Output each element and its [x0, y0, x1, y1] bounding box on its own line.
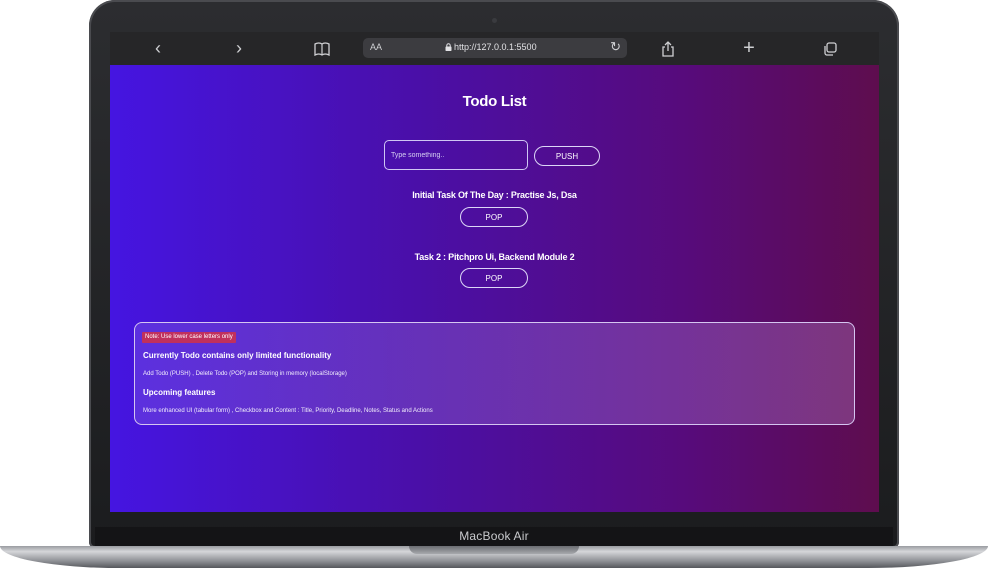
tabs-overview-icon[interactable]	[820, 32, 840, 65]
reader-aa-button[interactable]: AA	[370, 42, 382, 52]
todo-input[interactable]	[384, 140, 528, 170]
laptop-opening-notch	[409, 546, 579, 554]
lock-icon	[445, 43, 452, 51]
note-badge: Note: Use lower case letters only	[142, 332, 236, 343]
url-value: http://127.0.0.1:5500	[454, 42, 537, 52]
info-note-box: Note: Use lower case letters only Curren…	[134, 322, 855, 425]
new-tab-icon[interactable]: +	[739, 32, 759, 65]
push-button[interactable]: PUSH	[534, 146, 600, 166]
device-label: MacBook Air	[459, 529, 529, 543]
task-item-1-text: Initial Task Of The Day : Practise Js, D…	[412, 190, 577, 200]
back-icon[interactable]: ‹	[150, 32, 166, 65]
bookmarks-icon[interactable]	[312, 32, 332, 65]
reload-icon[interactable]: ↻	[610, 39, 621, 55]
note-line-upcoming: More enhanced UI (tabular form) , Checkb…	[143, 408, 433, 414]
todo-page: Todo List PUSH Initial Task Of The Day :…	[110, 65, 879, 512]
note-heading-upcoming: Upcoming features	[143, 388, 216, 397]
laptop-screen: ‹ › AA http://127.0.0.1:5500 ↻ + Todo Li…	[110, 32, 879, 512]
task-item-2-text: Task 2 : Pitchpro Ui, Backend Module 2	[414, 252, 575, 262]
url-text[interactable]: http://127.0.0.1:5500	[445, 42, 537, 52]
note-line-features: Add Todo (PUSH) , Delete Todo (POP) and …	[143, 371, 347, 377]
pop-button-2[interactable]: POP	[460, 268, 528, 288]
laptop-chin: MacBook Air	[95, 527, 893, 548]
pop-button-1[interactable]: POP	[460, 207, 528, 227]
page-title: Todo List	[462, 93, 527, 110]
forward-icon[interactable]: ›	[231, 32, 247, 65]
camera-icon	[492, 18, 497, 23]
note-heading-functionality: Currently Todo contains only limited fun…	[143, 351, 332, 360]
browser-toolbar: ‹ › AA http://127.0.0.1:5500 ↻ +	[110, 32, 879, 65]
share-icon[interactable]	[658, 32, 678, 65]
address-bar[interactable]: AA http://127.0.0.1:5500 ↻	[363, 38, 627, 58]
